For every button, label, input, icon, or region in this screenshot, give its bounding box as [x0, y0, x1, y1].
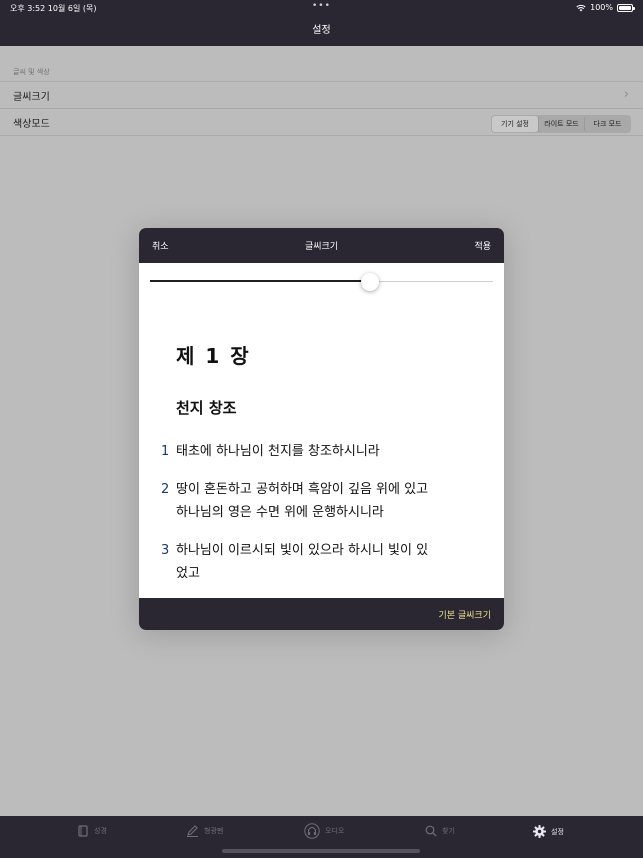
verse: 1 태초에 하나님이 천지를 창조하시니라: [161, 440, 481, 463]
search-icon: [425, 825, 437, 837]
multitasking-dots[interactable]: •••: [312, 1, 331, 11]
verse-text-line: 었고: [176, 566, 200, 581]
tab-bible[interactable]: 성경: [78, 825, 107, 837]
font-size-row[interactable]: 글씨크기 ›: [0, 82, 643, 109]
tab-bar: 성경 형광펜 오디오 찾기 설정: [0, 816, 643, 858]
status-right: 100%: [576, 3, 635, 12]
tab-label: 찾기: [442, 827, 455, 835]
battery-icon: [617, 3, 635, 12]
verse: 2 땅이 혼돈하고 공허하며 흑암이 깊음 위에 있고 하나님의 영은 수면 위…: [161, 478, 481, 524]
wifi-icon: [576, 4, 586, 11]
tab-label: 형광펜: [204, 827, 224, 835]
modal-title: 글씨크기: [304, 242, 339, 252]
color-mode-option-light[interactable]: 라이트 모드: [538, 116, 584, 132]
battery-percent: 100%: [590, 3, 613, 12]
color-mode-segmented-control: 기기 설정 라이트 모드 다크 모드: [491, 115, 631, 133]
chevron-right-icon: ›: [623, 87, 629, 102]
tab-highlighter[interactable]: 형광펜: [186, 825, 223, 837]
slider-thumb[interactable]: [361, 273, 379, 291]
verse-text: 땅이 혼돈하고 공허하며 흑암이 깊음 위에 있고 하나님의 영은 수면 위에 …: [176, 478, 481, 524]
tab-label: 설정: [551, 827, 564, 836]
headphones-icon: [304, 823, 320, 839]
book-icon: [78, 825, 88, 837]
verse-number: 2: [161, 482, 170, 497]
verse-number: 1: [161, 444, 170, 459]
font-size-slider[interactable]: [150, 272, 493, 292]
modal-footer: 기본 글씨크기: [139, 598, 504, 630]
verse-text-line: 땅이 혼돈하고 공허하며 흑암이 깊음 위에 있고: [176, 482, 429, 497]
modal-header: 취소 글씨크기 적용: [139, 228, 504, 263]
verse-text-line: 하나님이 이르시되 빛이 있으라 하시니 빛이 있: [176, 543, 429, 558]
verse-text-line: 하나님의 영은 수면 위에 운행하시니라: [176, 505, 384, 520]
verse: 3 하나님이 이르시되 빛이 있으라 하시니 빛이 있 었고: [161, 539, 481, 585]
chapter-title: 제 1 장: [176, 344, 251, 368]
verse-number: 3: [161, 543, 170, 558]
tab-settings[interactable]: 설정: [533, 825, 564, 838]
section-header-font-color: 글씨 및 색상: [0, 46, 643, 82]
verse-text: 하나님이 이르시되 빛이 있으라 하시니 빛이 있 었고: [176, 539, 481, 585]
font-size-row-label: 글씨크기: [13, 91, 50, 103]
pen-icon: [187, 825, 198, 837]
gear-icon: [533, 825, 546, 838]
text-preview: 제 1 장 천지 창조 1 태초에 하나님이 천지를 창조하시니라 2 땅이 혼…: [139, 300, 504, 598]
tab-label: 오디오: [325, 827, 345, 835]
tab-label: 성경: [94, 827, 107, 835]
page-title: 설정: [312, 25, 331, 36]
color-mode-row-label: 색상모드: [13, 118, 50, 130]
tab-audio[interactable]: 오디오: [304, 823, 344, 839]
font-size-modal: 취소 글씨크기 적용 제 1 장 천지 창조 1 태초에 하나님이 천지를 창조…: [139, 228, 504, 630]
color-mode-row: 색상모드 기기 설정 라이트 모드 다크 모드: [0, 109, 643, 136]
color-mode-option-device[interactable]: 기기 설정: [492, 116, 538, 132]
tab-search[interactable]: 찾기: [425, 825, 455, 837]
home-indicator[interactable]: [222, 849, 420, 853]
default-font-size-button[interactable]: 기본 글씨크기: [438, 608, 491, 621]
nav-bar: 설정: [0, 16, 643, 46]
status-bar: 오후 3:52 10월 6일 (목) ••• 100%: [0, 0, 643, 16]
color-mode-option-dark[interactable]: 다크 모드: [584, 116, 630, 132]
apply-button[interactable]: 적용: [474, 239, 491, 252]
verse-text: 태초에 하나님이 천지를 창조하시니라: [176, 444, 380, 459]
settings-list: 글씨 및 색상 글씨크기 › 색상모드 기기 설정 라이트 모드 다크 모드: [0, 46, 643, 136]
status-time: 오후 3:52 10월 6일 (목): [10, 4, 97, 13]
section-heading: 천지 창조: [176, 399, 237, 417]
slider-fill: [150, 280, 370, 282]
